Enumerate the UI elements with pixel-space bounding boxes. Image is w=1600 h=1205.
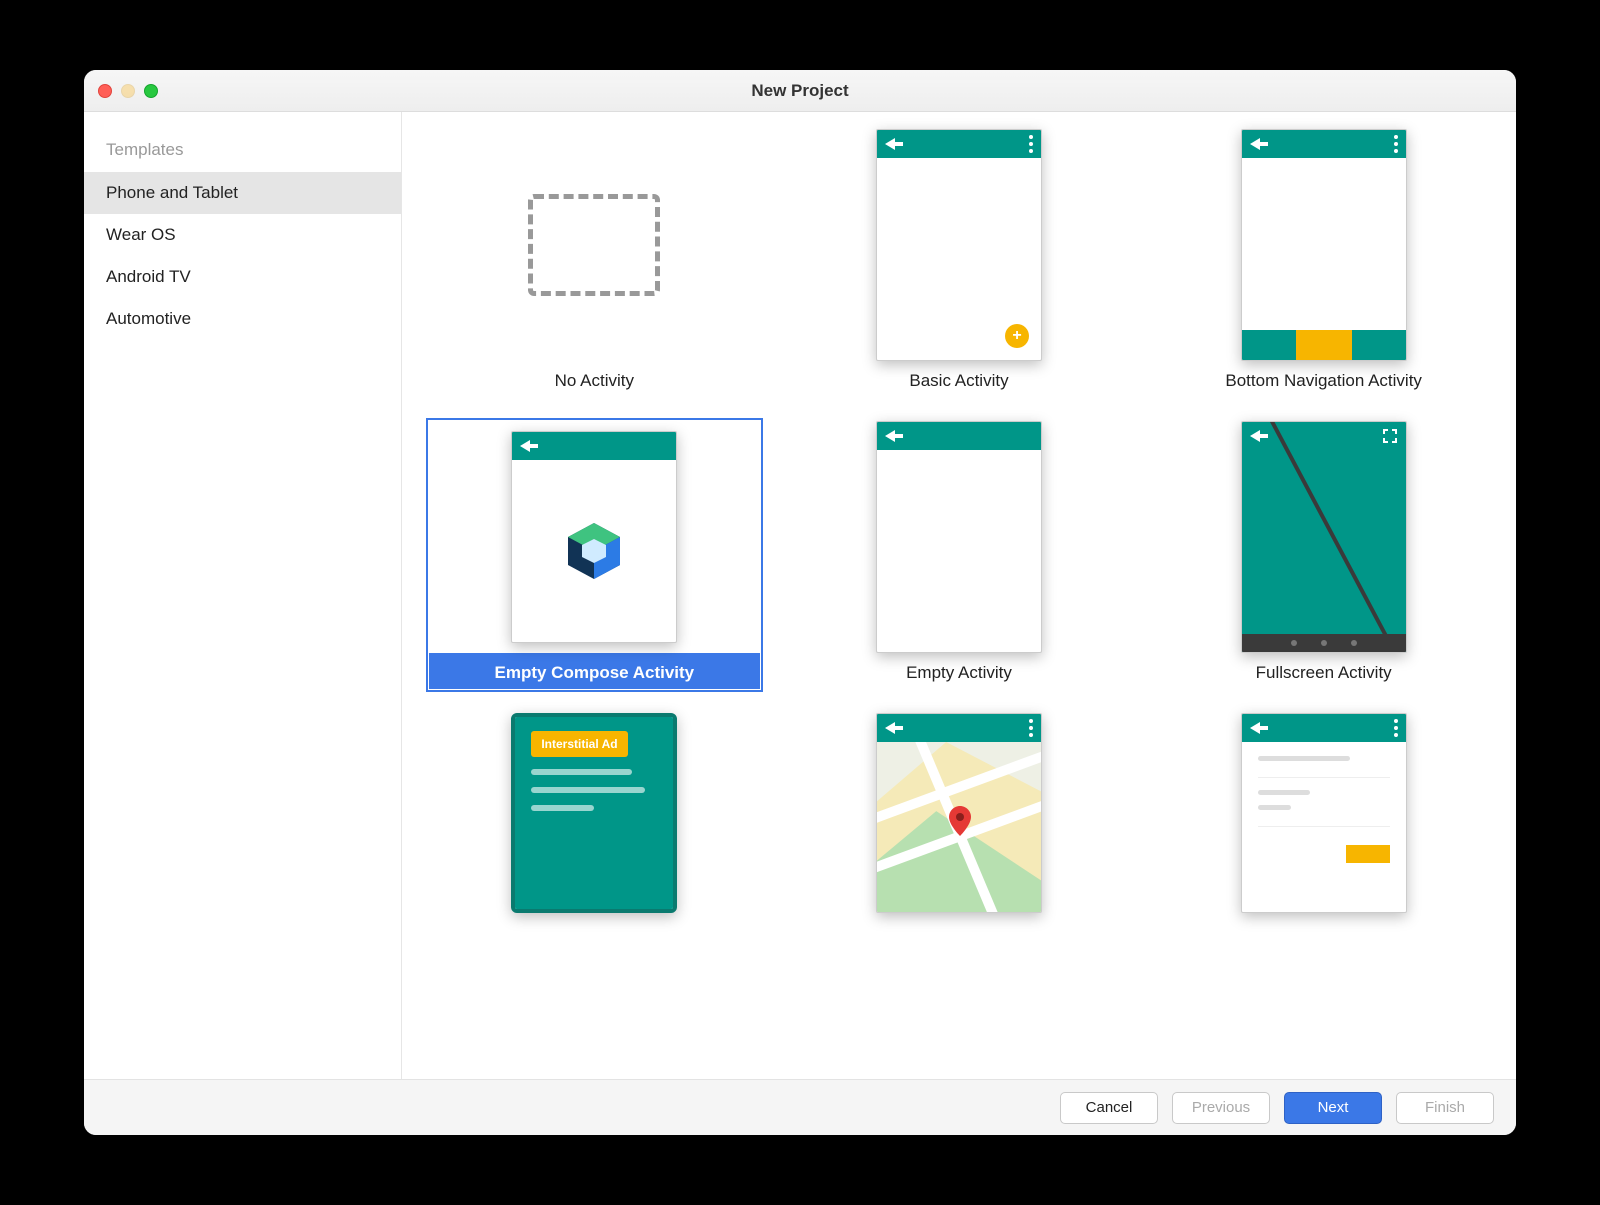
template-label: Basic Activity — [794, 361, 1125, 397]
overflow-menu-icon — [1394, 719, 1398, 737]
template-preview — [1193, 713, 1455, 883]
back-arrow-icon — [885, 722, 895, 734]
template-label: Bottom Navigation Activity — [1158, 361, 1489, 397]
template-preview — [828, 421, 1090, 653]
back-arrow-icon — [885, 138, 895, 150]
fab-plus-icon: + — [1005, 324, 1029, 348]
overflow-menu-icon — [1029, 135, 1033, 153]
cancel-button[interactable]: Cancel — [1060, 1092, 1158, 1124]
back-arrow-icon — [1250, 722, 1260, 734]
dashed-rectangle-icon — [528, 194, 660, 296]
map-pin-icon — [949, 806, 971, 836]
sidebar-item-wear-os[interactable]: Wear OS — [84, 214, 401, 256]
new-project-window: New Project Templates Phone and Tablet W… — [84, 70, 1516, 1135]
footer: Cancel Previous Next Finish — [84, 1079, 1516, 1135]
overflow-menu-icon — [1394, 135, 1398, 153]
template-label: No Activity — [429, 361, 760, 397]
sidebar-item-android-tv[interactable]: Android TV — [84, 256, 401, 298]
window-title: New Project — [84, 81, 1516, 101]
jetpack-compose-logo-icon — [512, 460, 676, 642]
template-no-activity[interactable]: No Activity — [426, 126, 763, 400]
template-label: Empty Compose Activity — [429, 653, 760, 689]
map-icon — [877, 742, 1041, 912]
fullscreen-icon — [1382, 428, 1398, 444]
finish-button[interactable]: Finish — [1396, 1092, 1494, 1124]
login-button-icon — [1346, 845, 1390, 863]
template-preview — [828, 713, 1090, 883]
content-area: Templates Phone and Tablet Wear OS Andro… — [84, 112, 1516, 1079]
bottom-nav-icon — [1242, 330, 1406, 360]
next-button[interactable]: Next — [1284, 1092, 1382, 1124]
system-nav-icon — [1242, 634, 1406, 652]
template-basic-activity[interactable]: + Basic Activity — [791, 126, 1128, 400]
back-arrow-icon — [520, 440, 530, 452]
template-bottom-navigation-activity[interactable]: Bottom Navigation Activity — [1155, 126, 1492, 400]
sidebar-item-automotive[interactable]: Automotive — [84, 298, 401, 340]
template-label: Empty Activity — [794, 653, 1125, 689]
overflow-menu-icon — [1029, 719, 1033, 737]
sidebar: Templates Phone and Tablet Wear OS Andro… — [84, 112, 402, 1079]
sidebar-item-phone-and-tablet[interactable]: Phone and Tablet — [84, 172, 401, 214]
template-empty-activity[interactable]: Empty Activity — [791, 418, 1128, 692]
template-login-activity[interactable] — [1155, 710, 1492, 886]
template-empty-compose-activity[interactable]: Empty Compose Activity — [426, 418, 763, 692]
template-admob-activity[interactable]: Interstitial Ad — [426, 710, 763, 886]
template-preview — [1193, 421, 1455, 653]
template-gallery: No Activity + Basic Activity — [402, 112, 1516, 1079]
sidebar-heading: Templates — [84, 134, 401, 172]
template-preview — [1193, 129, 1455, 361]
template-preview — [463, 129, 725, 361]
template-label: Fullscreen Activity — [1158, 653, 1489, 689]
template-preview — [463, 421, 725, 653]
template-preview: + — [828, 129, 1090, 361]
template-fullscreen-activity[interactable]: Fullscreen Activity — [1155, 418, 1492, 692]
previous-button[interactable]: Previous — [1172, 1092, 1270, 1124]
template-preview: Interstitial Ad — [463, 713, 725, 883]
back-arrow-icon — [1250, 430, 1260, 442]
interstitial-ad-badge: Interstitial Ad — [531, 731, 627, 757]
template-google-maps-activity[interactable] — [791, 710, 1128, 886]
titlebar: New Project — [84, 70, 1516, 112]
back-arrow-icon — [885, 430, 895, 442]
back-arrow-icon — [1250, 138, 1260, 150]
